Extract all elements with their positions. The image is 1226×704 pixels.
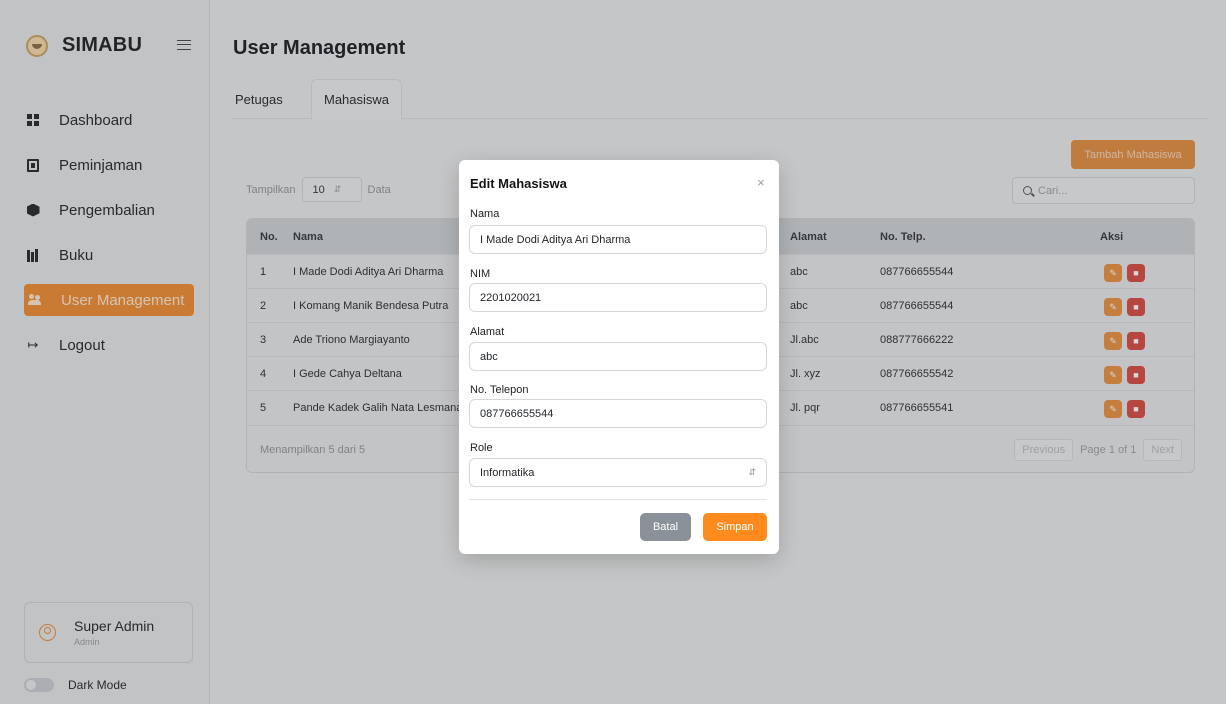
nama-label: Nama [470,208,500,220]
alamat-label: Alamat [470,326,505,338]
chevron-updown-icon: ⇵ [748,467,756,477]
role-value: Informatika [480,466,535,479]
nim-field[interactable]: 2201020021 [469,283,767,312]
cancel-button[interactable]: Batal [640,513,691,541]
alamat-value: abc [480,350,498,363]
role-select[interactable]: Informatika ⇵ [469,458,767,487]
nim-label: NIM [470,268,491,280]
telepon-value: 087766655544 [480,407,554,420]
modal-divider [469,499,767,500]
nim-value: 2201020021 [480,291,542,304]
alamat-field[interactable]: abc [469,342,767,371]
nama-field[interactable]: I Made Dodi Aditya Ari Dharma [469,225,767,254]
save-button[interactable]: Simpan [703,513,767,541]
nama-value: I Made Dodi Aditya Ari Dharma [480,233,631,246]
edit-mahasiswa-modal: Edit Mahasiswa × Nama I Made Dodi Aditya… [459,160,779,554]
role-label: Role [470,442,493,454]
modal-title: Edit Mahasiswa [470,176,567,191]
telepon-label: No. Telepon [470,384,529,396]
close-icon[interactable]: × [757,175,765,190]
telepon-field[interactable]: 087766655544 [469,399,767,428]
